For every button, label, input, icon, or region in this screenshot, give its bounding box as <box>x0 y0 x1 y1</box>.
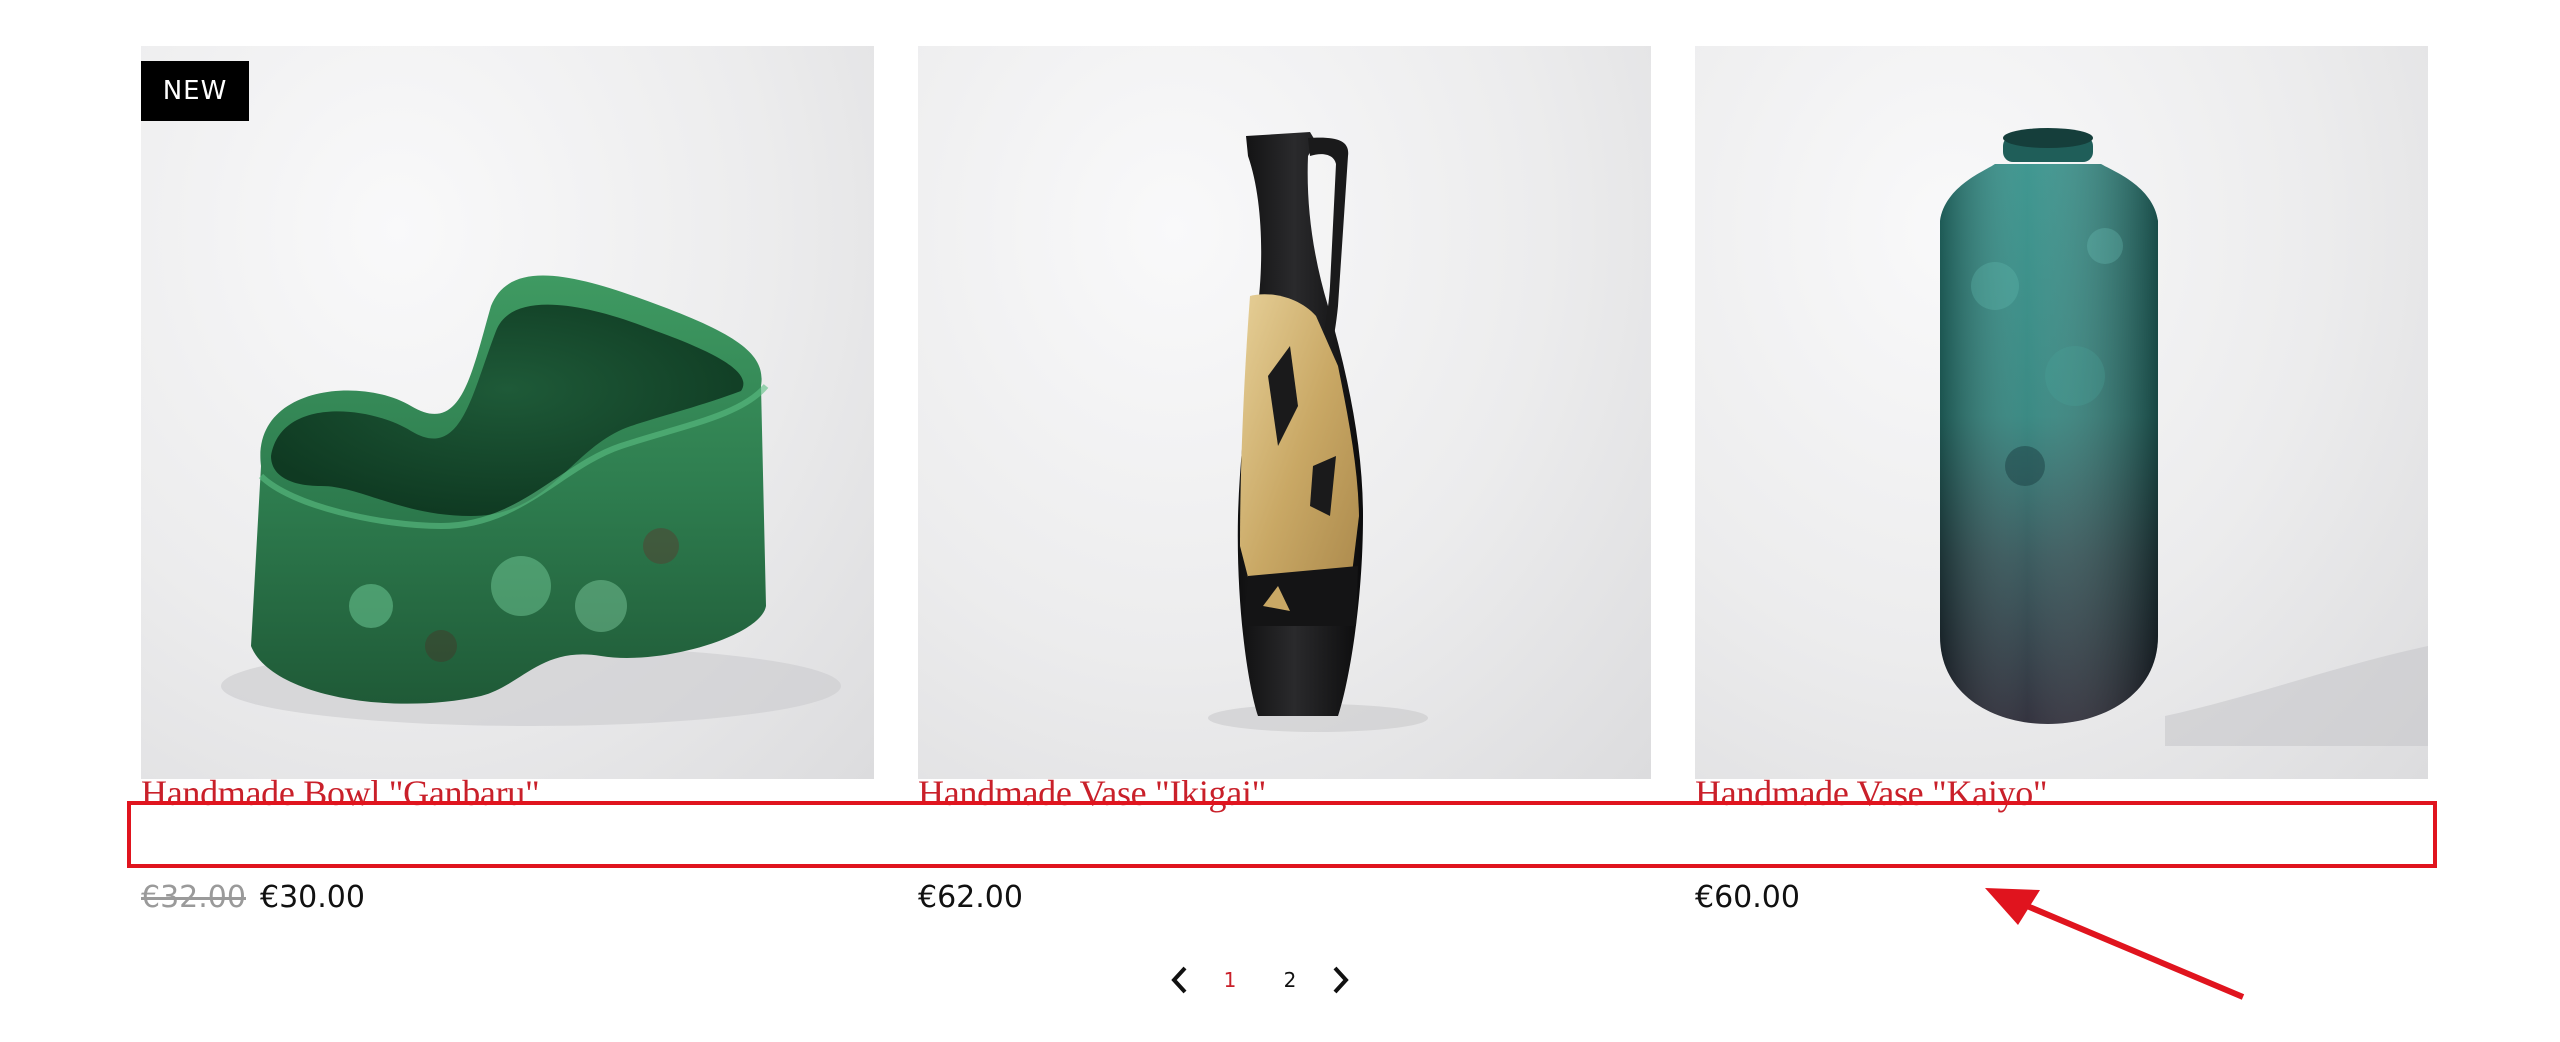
product-card-ganbaru[interactable]: NEW <box>141 46 874 779</box>
product-image-ikigai[interactable] <box>918 46 1651 779</box>
chevron-right-icon[interactable] <box>1320 960 1360 1000</box>
chevron-left-icon[interactable] <box>1160 960 1200 1000</box>
green-bowl-illustration <box>221 275 841 726</box>
page-link-1[interactable]: 1 <box>1200 968 1260 992</box>
original-price: €32.00 <box>141 880 246 915</box>
pagination: 1 2 <box>1160 960 1360 1000</box>
product-price-kaiyo: €60.00 <box>1695 880 1800 915</box>
product-card-ikigai[interactable] <box>918 46 1651 779</box>
black-gold-vase-illustration <box>1208 132 1428 732</box>
product-price-ganbaru: €32.00 €30.00 <box>141 880 365 915</box>
annotation-highlight-box <box>127 801 2437 868</box>
product-price-ikigai: €62.00 <box>918 880 1023 915</box>
teal-vase-illustration <box>1940 128 2428 746</box>
sale-price: €30.00 <box>259 880 365 915</box>
product-image-kaiyo[interactable] <box>1695 46 2428 779</box>
product-card-kaiyo[interactable] <box>1695 46 2428 779</box>
page-link-2[interactable]: 2 <box>1260 968 1320 992</box>
product-image-ganbaru[interactable]: NEW <box>141 46 874 779</box>
new-badge: NEW <box>141 61 249 121</box>
